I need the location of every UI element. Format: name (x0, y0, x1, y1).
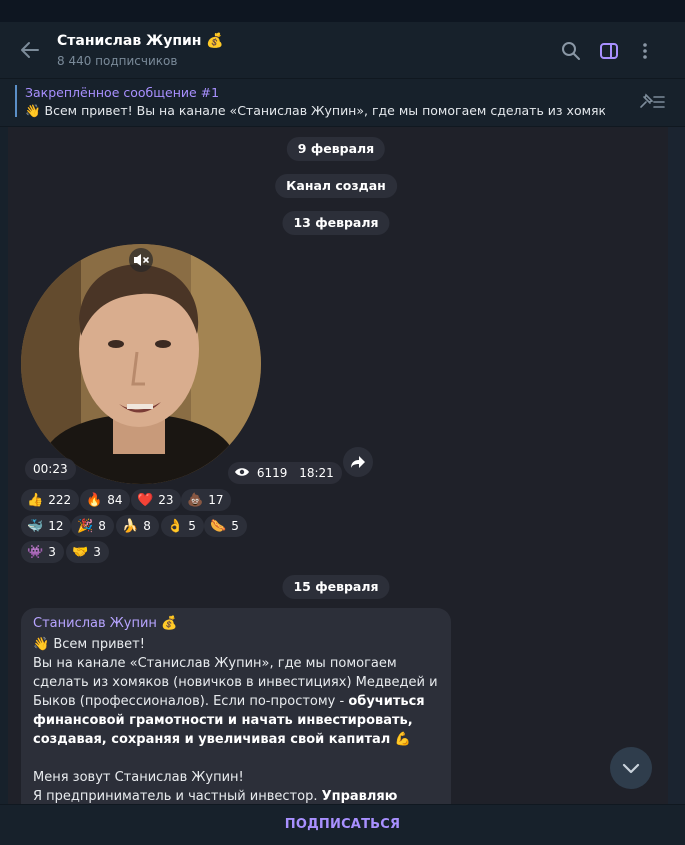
reaction-chip[interactable]: 🍌 8 (116, 515, 159, 537)
subscriber-count: 8 440 подписчиков (57, 54, 178, 68)
pinned-title: Закреплённое сообщение #1 (25, 85, 220, 100)
chevron-down-icon (620, 757, 642, 783)
chat-header: Станислав Жупин 💰 8 440 подписчиков (0, 22, 685, 79)
reaction-chip[interactable]: 👾 3 (21, 541, 64, 563)
date-chip: 15 февраля (282, 575, 390, 599)
video-duration: 00:23 (25, 458, 76, 480)
message-bubble[interactable]: Станислав Жупин 💰 👋 Всем привет! Вы на к… (21, 608, 451, 804)
reaction-chip[interactable]: 🌭 5 (204, 515, 247, 537)
reaction-chip[interactable]: 🤝 3 (66, 541, 109, 563)
mute-icon[interactable] (129, 248, 153, 272)
reaction-chip[interactable]: 🔥 84 (80, 489, 131, 511)
reaction-chip[interactable]: 👌 5 (161, 515, 204, 537)
unpin-list-icon[interactable] (637, 91, 667, 113)
message-time: 18:21 (299, 466, 334, 480)
message-paragraph: Вы на канале «Станислав Жупин», где мы п… (33, 656, 438, 747)
chat-history[interactable]: 9 февраля Канал создан 13 февраля 00:23 … (8, 127, 668, 804)
pinned-message-bar[interactable]: Закреплённое сообщение #1 👋 Всем привет!… (0, 79, 685, 127)
window-top-strip (0, 0, 685, 22)
message-greeting: 👋 Всем привет! (33, 637, 145, 652)
sidebar-panel-icon[interactable] (598, 40, 620, 62)
channel-title[interactable]: Станислав Жупин 💰 (57, 33, 224, 49)
message-paragraph: Я предприниматель и частный инвестор. Уп… (33, 789, 398, 804)
service-message: Канал создан (275, 174, 397, 198)
share-button[interactable] (343, 447, 373, 477)
pinned-text: 👋 Всем привет! Вы на канале «Станислав Ж… (25, 103, 605, 118)
back-arrow-icon[interactable] (18, 38, 42, 62)
subscribe-button[interactable]: ПОДПИСАТЬСЯ (0, 817, 685, 832)
reaction-chip[interactable]: ❤️ 23 (131, 489, 182, 511)
search-icon[interactable] (560, 40, 582, 62)
reaction-chip[interactable]: 👍 222 (21, 489, 80, 511)
more-vertical-icon[interactable] (634, 40, 656, 62)
right-edge-panel (668, 127, 685, 804)
reaction-chip[interactable]: 🐳 12 (21, 515, 72, 537)
pinned-indicator (15, 85, 17, 117)
video-frame-illustration (21, 244, 261, 484)
date-chip: 13 февраля (282, 211, 390, 235)
scroll-down-button[interactable] (610, 747, 652, 789)
share-icon (349, 453, 367, 475)
eye-icon (234, 463, 250, 485)
date-chip: 9 февраля (286, 137, 386, 161)
reaction-chip[interactable]: 🎉 8 (71, 515, 114, 537)
message-author[interactable]: Станислав Жупин 💰 (33, 616, 439, 631)
view-count: 6119 (256, 466, 288, 480)
video-message[interactable] (21, 244, 261, 484)
footer-bar: ПОДПИСАТЬСЯ (0, 804, 685, 845)
video-meta: 6119 18:21 (228, 462, 342, 484)
reaction-chip[interactable]: 💩 17 (181, 489, 232, 511)
message-intro: Меня зовут Станислав Жупин! (33, 770, 244, 785)
